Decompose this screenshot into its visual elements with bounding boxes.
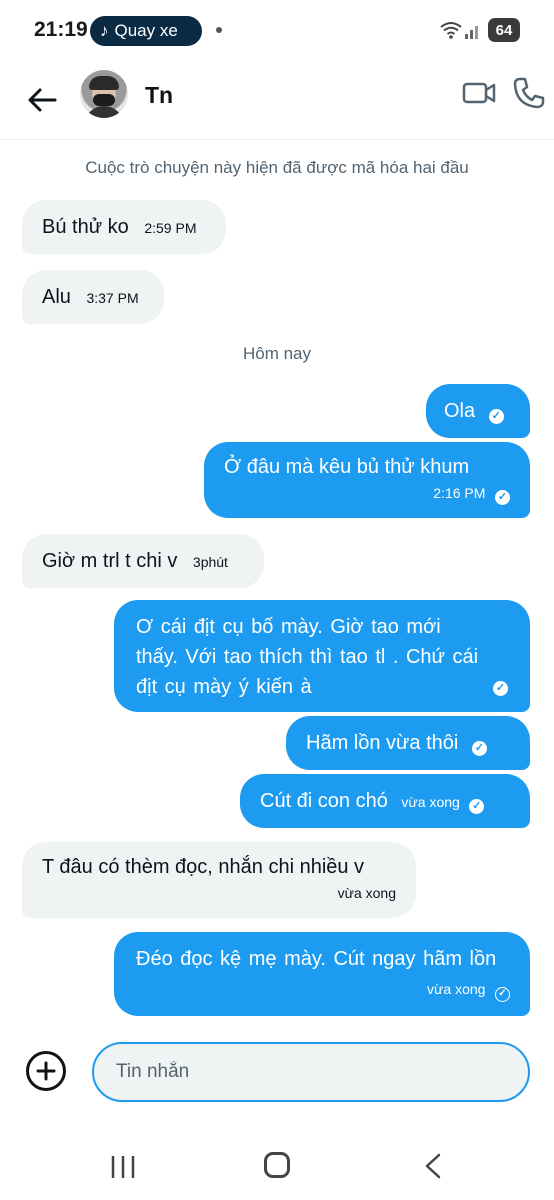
- notification-dot-icon: [216, 27, 222, 33]
- avatar-mask: [93, 94, 115, 106]
- status-time: 21:19: [34, 18, 88, 41]
- date-separator: Hôm nay: [242, 344, 312, 363]
- conversation-header: Tn: [0, 62, 554, 140]
- status-bar: 21:19 ♪ Quay xe 64: [0, 0, 554, 62]
- system-navigation-bar: [0, 1130, 554, 1200]
- tiktok-icon: ♪: [100, 21, 109, 40]
- check-circle-icon: ✓: [488, 409, 504, 424]
- message-text: Giờ m trl t chi v: [42, 550, 178, 572]
- message-bubble-incoming[interactable]: Giờ m trl t chi v 3phút: [22, 534, 264, 588]
- message-bubble-outgoing[interactable]: Cút đi con chó vừa xong ✓: [240, 774, 530, 828]
- plus-circle-icon: [36, 1061, 56, 1081]
- message-text: Hãm lồn vừa thôi: [306, 732, 459, 754]
- message-meta: 2:16 PM ✓: [224, 482, 510, 505]
- message-bubble-outgoing[interactable]: Hãm lồn vừa thôi ✓: [286, 716, 530, 770]
- check-circle-outline-icon: ✓: [495, 987, 510, 1002]
- message-bubble-incoming[interactable]: Alu 3:37 PM: [22, 270, 164, 324]
- message-bubble-outgoing[interactable]: Ơ cái địt cụ bố mày. Giờ tao mới thấy. V…: [114, 600, 530, 712]
- message-meta: vừa xong: [42, 882, 396, 903]
- encryption-notice: Cuộc trò chuyện này hiện đã được mã hóa …: [85, 158, 469, 177]
- check-circle-icon: ✓: [471, 741, 487, 756]
- check-circle-icon: ✓: [493, 681, 508, 696]
- message-text: Cút đi con chó: [260, 790, 388, 812]
- recording-pill[interactable]: ♪ Quay xe: [90, 16, 202, 46]
- avatar-body: [84, 106, 124, 118]
- recording-label: Quay xe: [114, 21, 178, 40]
- message-meta: vừa xong ✓: [427, 979, 510, 1002]
- phone-icon: [513, 77, 545, 109]
- message-text: T đâu có thèm đọc, nhắn chi nhiều v: [42, 856, 365, 878]
- message-bubble-outgoing[interactable]: Ola ✓: [426, 384, 530, 438]
- message-text: Đéo đọc kệ mẹ mày. Cút ngay hãm lồn: [136, 948, 497, 970]
- add-attachment-button[interactable]: [26, 1051, 66, 1091]
- message-time: 2:16 PM: [433, 485, 486, 501]
- message-bubble-incoming[interactable]: Bú thử ko 2:59 PM: [22, 200, 226, 254]
- message-bubble-incoming[interactable]: T đâu có thèm đọc, nhắn chi nhiều v vừa …: [22, 842, 416, 918]
- message-text: Ơ cái địt cụ bố mày. Giờ tao mới thấy. V…: [136, 616, 479, 698]
- message-bubble-outgoing[interactable]: Đéo đọc kệ mẹ mày. Cút ngay hãm lồn vừa …: [114, 932, 530, 1016]
- back-button[interactable]: [22, 80, 62, 120]
- message-text: Alu: [42, 286, 71, 308]
- arrow-left-icon: [28, 88, 57, 112]
- avatar[interactable]: [80, 70, 128, 118]
- check-circle-icon: ✓: [469, 799, 485, 814]
- check-circle-icon: ✓: [495, 490, 510, 505]
- message-text: Bú thử ko: [42, 216, 129, 238]
- message-text: Ola: [444, 400, 476, 422]
- nav-back-icon[interactable]: [422, 1152, 444, 1180]
- signal-icon: [465, 26, 478, 39]
- video-camera-icon: [462, 82, 496, 104]
- message-bubble-outgoing[interactable]: Ở đâu mà kêu bủ thử khum 2:16 PM ✓: [204, 442, 530, 518]
- message-time: 3phút: [192, 554, 228, 570]
- message-text: Ở đâu mà kêu bủ thử khum: [224, 456, 470, 478]
- message-time: 2:59 PM: [144, 220, 197, 236]
- wifi-icon: [440, 22, 462, 39]
- message-time: vừa xong: [427, 981, 486, 997]
- voice-call-button[interactable]: [512, 76, 546, 110]
- recent-apps-icon[interactable]: [110, 1154, 136, 1180]
- contact-name[interactable]: Tn: [145, 82, 173, 109]
- message-time: vừa xong: [401, 794, 460, 810]
- message-time: vừa xong: [337, 885, 396, 901]
- message-input[interactable]: [116, 1061, 528, 1083]
- message-composer[interactable]: [92, 1042, 530, 1102]
- home-button-icon[interactable]: [264, 1152, 290, 1178]
- video-call-button[interactable]: [462, 76, 496, 110]
- avatar-hair: [89, 76, 119, 90]
- message-time: 3:37 PM: [86, 290, 139, 306]
- battery-indicator: 64: [488, 18, 520, 42]
